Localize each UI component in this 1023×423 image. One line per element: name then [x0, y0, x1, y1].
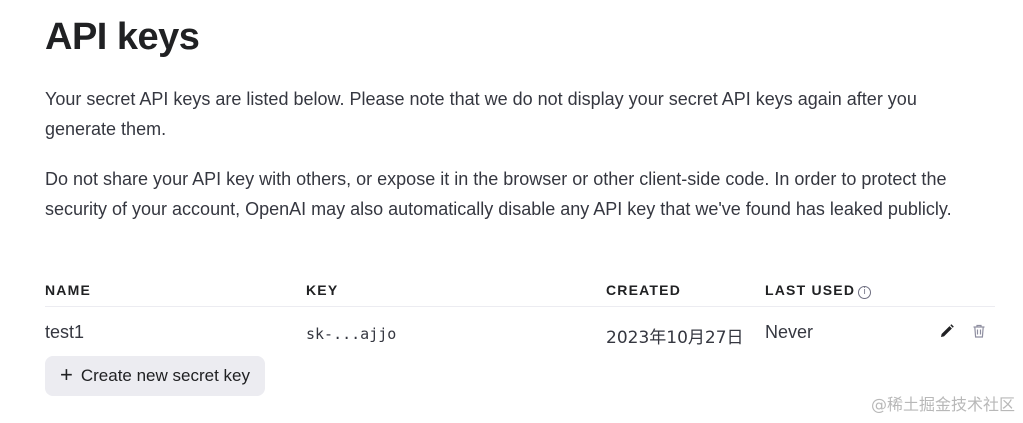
header-key: KEY: [306, 282, 339, 298]
api-keys-page: API keys Your secret API keys are listed…: [0, 0, 1023, 423]
header-last-used: LAST USED i: [765, 282, 872, 299]
table-row: test1 sk-...ajjo 2023年10月27日 Never: [45, 307, 995, 355]
watermark: @稀土掘金技术社区: [870, 395, 1015, 414]
description-generated-keys: Your secret API keys are listed below. P…: [45, 89, 917, 139]
key-created-date: 2023年10月27日: [606, 328, 744, 348]
create-secret-key-label: Create new secret key: [80, 366, 250, 385]
table-header: NAME KEY CREATED LAST USED i: [45, 276, 995, 307]
trash-icon[interactable]: [970, 322, 988, 340]
info-icon[interactable]: i: [858, 286, 872, 299]
plus-icon: +: [60, 361, 73, 387]
create-secret-key-button[interactable]: + Create new secret key: [45, 356, 265, 396]
header-name: NAME: [45, 282, 92, 298]
header-created: CREATED: [606, 282, 682, 298]
api-keys-table: NAME KEY CREATED LAST USED i test1 sk-...…: [45, 276, 995, 355]
description-security: Do not share your API key with others, o…: [45, 169, 952, 219]
key-masked-value: sk-...ajjo: [306, 325, 397, 343]
key-name: test1: [45, 322, 85, 342]
key-last-used: Never: [765, 322, 814, 342]
pencil-icon[interactable]: [938, 322, 956, 340]
page-title: API keys: [45, 16, 200, 58]
header-last-used-label: LAST USED: [765, 282, 856, 298]
row-actions: [938, 322, 988, 340]
